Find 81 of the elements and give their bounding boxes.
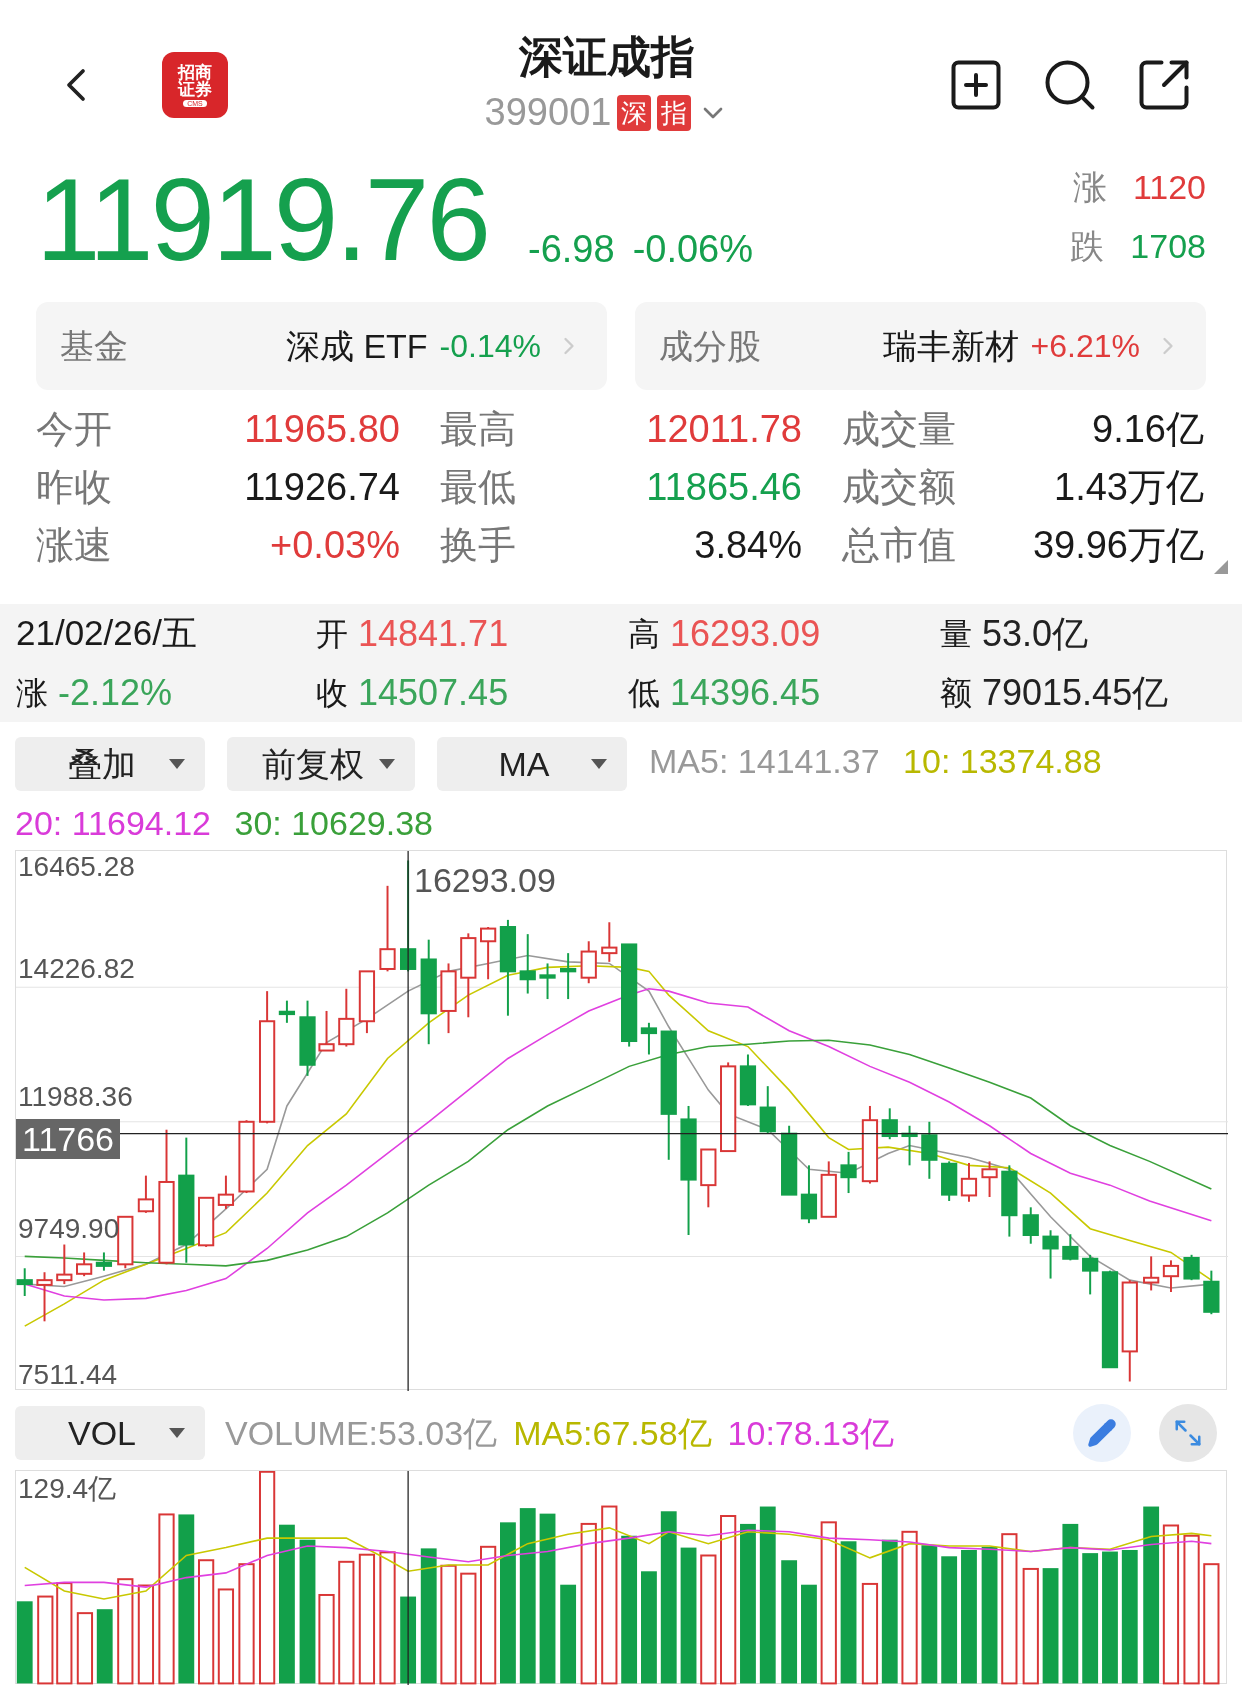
ma-legend-value: 11694.12 [71, 804, 211, 842]
caret-icon [169, 759, 185, 769]
stat-value: 1.43万亿 [1054, 464, 1204, 510]
summary-label: 高 [628, 614, 660, 654]
volume-legend: VOLUME:53.03亿 [225, 1407, 498, 1459]
market-tag: 深 [617, 94, 652, 131]
volume-legend: 10:78.13亿 [727, 1407, 894, 1459]
corner-mark-icon [1214, 560, 1228, 574]
date-text: 21/02/26/五 [16, 612, 198, 655]
card-name: 瑞丰新材 [882, 325, 1019, 367]
stat-value: 11865.46 [646, 464, 802, 510]
stat-value: 11926.74 [244, 464, 400, 510]
summary-label: 额 [940, 673, 972, 713]
ma-legend-value: 10629.38 [291, 804, 433, 842]
stat-value: 39.96万亿 [1032, 522, 1204, 568]
summary-value: 14396.45 [670, 670, 821, 715]
expand-icon [1173, 1418, 1203, 1448]
dropdown[interactable]: 叠加 [15, 737, 205, 791]
related-card[interactable]: 基金 深成 ETF -0.14% [36, 302, 607, 390]
card-name: 深成 ETF [285, 325, 428, 367]
stat-label: 总市值 [842, 522, 956, 568]
volume-legend: MA5:67.58亿 [513, 1407, 712, 1459]
stat-value: 3.84% [694, 522, 802, 568]
summary-value: -2.12% [58, 670, 173, 715]
breadth-count: 1708 [1130, 226, 1206, 267]
ma-legend-label: 10: [903, 742, 951, 780]
summary-value: 14507.45 [358, 670, 509, 715]
stat-value: 9.16亿 [1092, 406, 1204, 452]
stat-label: 成交量 [842, 406, 956, 452]
card-label: 成分股 [659, 325, 761, 367]
ma-legend-label: 20: [15, 804, 63, 842]
ma-legend-label: 30: [234, 804, 282, 842]
summary-label: 收 [316, 673, 348, 713]
summary-label: 量 [940, 614, 972, 654]
card-change: -0.14% [439, 327, 541, 366]
summary-value: 14841.71 [358, 611, 509, 656]
stat-label: 涨速 [36, 522, 112, 568]
caret-icon [169, 1428, 185, 1438]
card-change: +6.21% [1030, 327, 1140, 366]
axis-label: 11988.36 [18, 1083, 133, 1111]
dropdown[interactable]: VOL [15, 1406, 205, 1460]
summary-label: 涨 [16, 673, 48, 713]
page-title: 深证成指 [519, 31, 695, 83]
price-change: -6.98 [528, 227, 615, 272]
ma-legend-value: 14141.37 [737, 742, 880, 780]
index-price: 11919.76 [36, 162, 488, 278]
market-tag: 指 [657, 94, 692, 131]
stat-label: 昨收 [36, 464, 112, 510]
ma-legend-label: MA5: [649, 742, 729, 780]
axis-label: 129.4亿 [18, 1475, 117, 1503]
ma-legend-value: 13374.88 [959, 742, 1102, 780]
stat-value: 12011.78 [646, 406, 802, 452]
summary-value: 16293.09 [670, 611, 821, 656]
cursor-price-tag: 11766 [16, 1119, 121, 1159]
stat-value: 11965.80 [244, 406, 400, 452]
stat-value: +0.03% [270, 522, 400, 568]
axis-label: 7511.44 [18, 1361, 118, 1389]
stat-label: 成交额 [842, 464, 956, 510]
pencil-icon [1087, 1418, 1117, 1448]
stat-label: 最高 [440, 406, 516, 452]
breadth-count: 1120 [1132, 167, 1206, 208]
dropdown[interactable]: MA [437, 737, 627, 791]
stock-code: 399001 [484, 90, 612, 135]
summary-label: 低 [628, 673, 660, 713]
stat-label: 换手 [440, 522, 516, 568]
caret-icon [591, 759, 607, 769]
card-label: 基金 [60, 325, 128, 367]
dropdown[interactable]: 前复权 [227, 737, 415, 791]
high-label: 16293.09 [414, 863, 556, 897]
axis-label: 14226.82 [18, 955, 135, 983]
stat-label: 最低 [440, 464, 516, 510]
summary-value: 53.0亿 [982, 611, 1089, 656]
stat-label: 今开 [36, 406, 112, 452]
related-card[interactable]: 成分股 瑞丰新材 +6.21% [635, 302, 1206, 390]
breadth-label: 涨 [1072, 167, 1107, 208]
axis-label: 16465.28 [18, 853, 135, 881]
breadth-label: 跌 [1070, 226, 1105, 267]
percent-change: -0.06% [632, 227, 754, 272]
summary-value: 79015.45亿 [982, 670, 1169, 715]
summary-label: 开 [316, 614, 348, 654]
caret-icon [379, 759, 395, 769]
